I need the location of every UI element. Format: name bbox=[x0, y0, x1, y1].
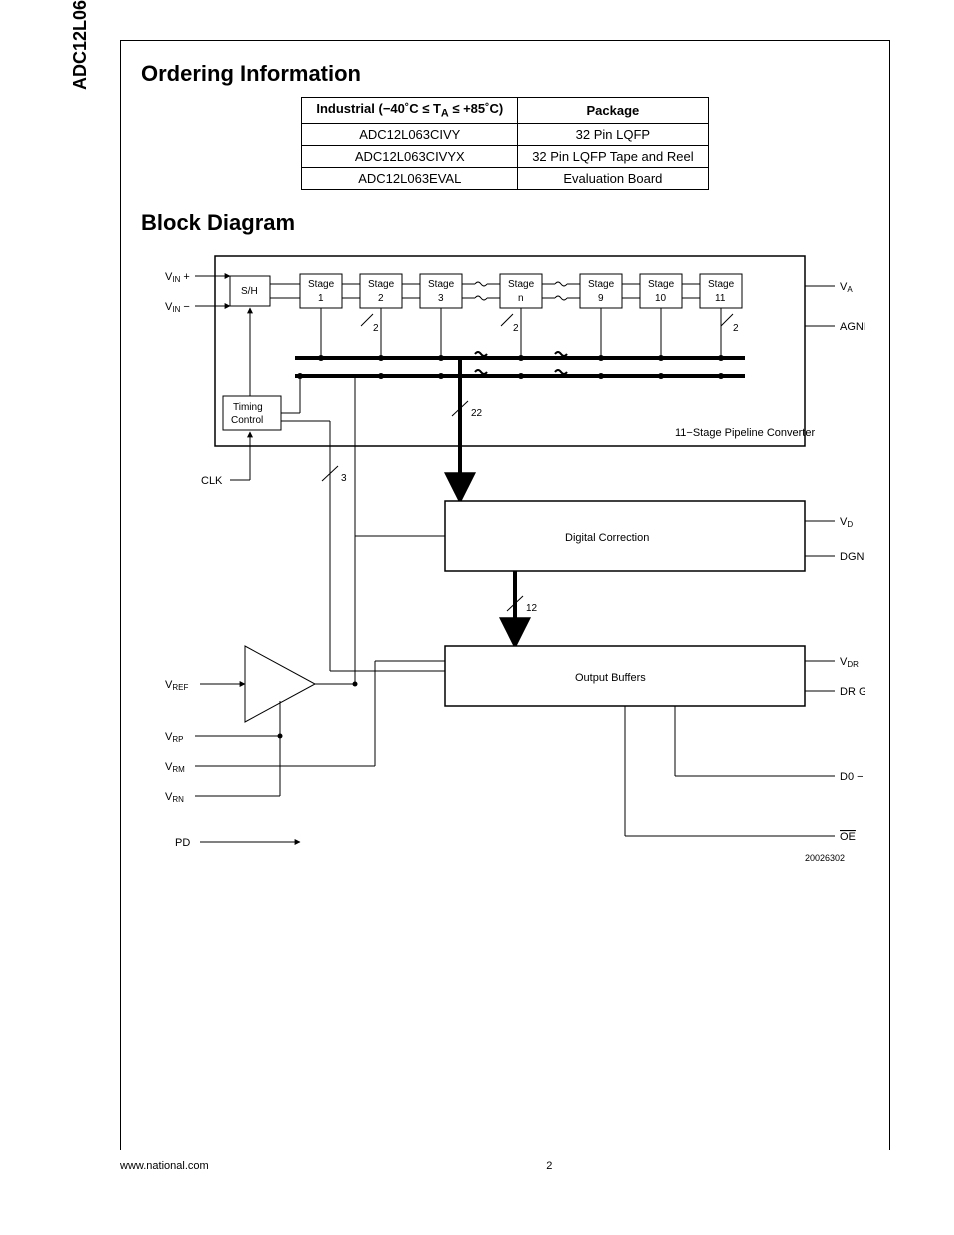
svg-text:Stage: Stage bbox=[508, 279, 535, 290]
svg-text:10: 10 bbox=[655, 293, 667, 304]
svg-text:2: 2 bbox=[513, 323, 519, 334]
header-package: Package bbox=[518, 98, 708, 124]
svg-text:1: 1 bbox=[318, 293, 324, 304]
pin-vrn: VRN bbox=[165, 791, 184, 804]
pin-vrp: VRP bbox=[165, 731, 183, 744]
footer-url: www.national.com bbox=[120, 1160, 209, 1172]
timing-control-block: Timing bbox=[233, 402, 263, 413]
table-row: ADC12L063CIVYX 32 Pin LQFP Tape and Reel bbox=[302, 145, 708, 167]
svg-text:Stage: Stage bbox=[308, 279, 335, 290]
svg-text:Stage: Stage bbox=[708, 279, 735, 290]
pin-pd: PD bbox=[175, 837, 190, 849]
pin-vd: VD bbox=[840, 516, 853, 529]
cell-part: ADC12L063CIVYX bbox=[302, 145, 518, 167]
pin-drgnd: DR GND bbox=[840, 686, 865, 698]
footer-page-number: 2 bbox=[120, 1160, 890, 1172]
sh-block: S/H bbox=[241, 286, 258, 297]
cell-part: ADC12L063EVAL bbox=[302, 167, 518, 189]
pin-vrm: VRM bbox=[165, 761, 185, 774]
svg-text:11: 11 bbox=[715, 293, 726, 304]
table-row: ADC12L063EVAL Evaluation Board bbox=[302, 167, 708, 189]
svg-text:Stage: Stage bbox=[368, 279, 395, 290]
svg-text:2: 2 bbox=[733, 323, 739, 334]
part-number-sidebar: ADC12L063 bbox=[70, 0, 91, 90]
pin-vref: VREF bbox=[165, 679, 188, 692]
stage-boxes: Stage 1 Stage 2 Stage 3 Stage n Stage 9 bbox=[300, 274, 742, 308]
pin-d0-d11: D0 − D11 bbox=[840, 771, 865, 783]
output-buffers-block: Output Buffers bbox=[575, 672, 646, 684]
svg-text:Control: Control bbox=[231, 415, 263, 426]
svg-text:3: 3 bbox=[438, 293, 444, 304]
block-diagram: 11−Stage Pipeline Converter VIN + VIN − … bbox=[145, 246, 865, 876]
block-diagram-heading: Block Diagram bbox=[141, 210, 889, 236]
pipeline-label: 11−Stage Pipeline Converter bbox=[675, 427, 815, 439]
pin-agnd: AGND bbox=[840, 321, 865, 333]
svg-text:22: 22 bbox=[471, 408, 483, 419]
pin-oe: OE bbox=[840, 831, 856, 843]
svg-text:n: n bbox=[518, 293, 524, 304]
svg-text:2: 2 bbox=[373, 323, 379, 334]
cell-pkg: Evaluation Board bbox=[518, 167, 708, 189]
svg-text:Stage: Stage bbox=[588, 279, 615, 290]
table-header-row: Industrial (−40˚C ≤ TA ≤ +85˚C) Package bbox=[302, 98, 708, 124]
pin-va: VA bbox=[840, 281, 853, 294]
cell-pkg: 32 Pin LQFP bbox=[518, 123, 708, 145]
digital-correction-block: Digital Correction bbox=[565, 532, 649, 544]
ordering-info-heading: Ordering Information bbox=[141, 61, 889, 87]
pin-vin-minus: VIN − bbox=[165, 301, 190, 314]
header-industrial: Industrial (−40˚C ≤ TA ≤ +85˚C) bbox=[302, 98, 518, 124]
pin-vdr: VDR bbox=[840, 656, 859, 669]
svg-text:Stage: Stage bbox=[648, 279, 675, 290]
pin-vin-plus: VIN + bbox=[165, 271, 190, 284]
svg-text:2: 2 bbox=[378, 293, 384, 304]
svg-text:Stage: Stage bbox=[428, 279, 455, 290]
svg-text:12: 12 bbox=[526, 603, 538, 614]
pin-dgnd: DGND bbox=[840, 551, 865, 563]
pin-clk: CLK bbox=[201, 475, 223, 487]
svg-text:3: 3 bbox=[341, 473, 347, 484]
figure-id: 20026302 bbox=[805, 853, 845, 863]
cell-part: ADC12L063CIVY bbox=[302, 123, 518, 145]
table-row: ADC12L063CIVY 32 Pin LQFP bbox=[302, 123, 708, 145]
ordering-table: Industrial (−40˚C ≤ TA ≤ +85˚C) Package … bbox=[301, 97, 708, 190]
svg-text:9: 9 bbox=[598, 293, 604, 304]
page-frame: Ordering Information Industrial (−40˚C ≤… bbox=[120, 40, 890, 1150]
cell-pkg: 32 Pin LQFP Tape and Reel bbox=[518, 145, 708, 167]
page-footer: www.national.com 2 bbox=[120, 1160, 890, 1172]
